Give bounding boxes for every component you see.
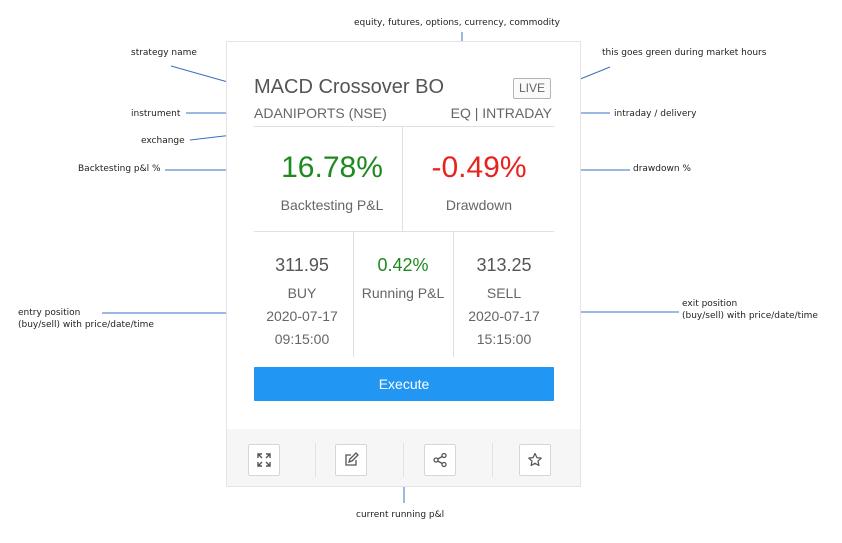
exit-time: 15:15:00	[476, 331, 532, 347]
entry-side: BUY	[287, 285, 317, 301]
segment-label: EQ | INTRADAY	[450, 105, 552, 121]
annotation-live-status: this goes green during market hours	[602, 48, 767, 58]
divider	[453, 231, 454, 357]
divider	[315, 443, 316, 477]
annotation-exit-position: exit position (buy/sell) with price/date…	[682, 299, 818, 321]
edit-button[interactable]	[335, 444, 367, 476]
share-button[interactable]	[424, 444, 456, 476]
exit-date: 2020-07-17	[468, 308, 540, 324]
live-status-badge: LIVE	[513, 78, 551, 99]
annotation-segment-types: equity, futures, options, currency, comm…	[354, 18, 560, 28]
backtesting-pnl-value: 16.78%	[281, 151, 383, 184]
divider	[254, 126, 554, 127]
drawdown-label: Drawdown	[445, 197, 513, 213]
annotation-instrument: instrument	[131, 109, 181, 119]
card-footer-toolbar	[227, 429, 580, 486]
annotation-backtesting-pnl: Backtesting p&l %	[78, 164, 161, 174]
divider	[403, 443, 404, 477]
divider	[402, 126, 403, 232]
annotation-exchange: exchange	[141, 136, 185, 146]
share-icon	[433, 452, 447, 468]
divider	[492, 443, 493, 477]
expand-button[interactable]	[248, 444, 280, 476]
running-pnl-value: 0.42%	[377, 255, 429, 275]
entry-price: 311.95	[275, 255, 329, 275]
annotation-drawdown: drawdown %	[633, 164, 691, 174]
drawdown-value: -0.49%	[431, 151, 527, 184]
strategy-card: MACD Crossover BO LIVE ADANIPORTS (NSE) …	[226, 41, 581, 487]
annotation-strategy-name: strategy name	[131, 48, 197, 58]
instrument-label: ADANIPORTS (NSE)	[254, 105, 387, 121]
entry-time: 09:15:00	[274, 331, 330, 347]
annotation-intraday-delivery: intraday / delivery	[614, 109, 697, 119]
entry-date: 2020-07-17	[266, 308, 338, 324]
annotation-current-running-pnl: current running p&l	[356, 510, 445, 520]
strategy-name: MACD Crossover BO	[254, 76, 445, 98]
execute-button[interactable]: Execute	[254, 367, 554, 401]
running-pnl-label: Running P&L	[361, 285, 445, 301]
backtesting-pnl-label: Backtesting P&L	[280, 197, 384, 213]
divider	[353, 231, 354, 357]
edit-icon	[345, 452, 359, 466]
star-icon	[528, 452, 542, 467]
annotation-entry-position: entry position (buy/sell) with price/dat…	[18, 308, 154, 330]
expand-icon	[257, 453, 271, 467]
divider	[254, 231, 554, 232]
exit-price: 313.25	[476, 255, 532, 275]
exit-side: SELL	[486, 285, 522, 301]
favorite-button[interactable]	[519, 444, 551, 476]
